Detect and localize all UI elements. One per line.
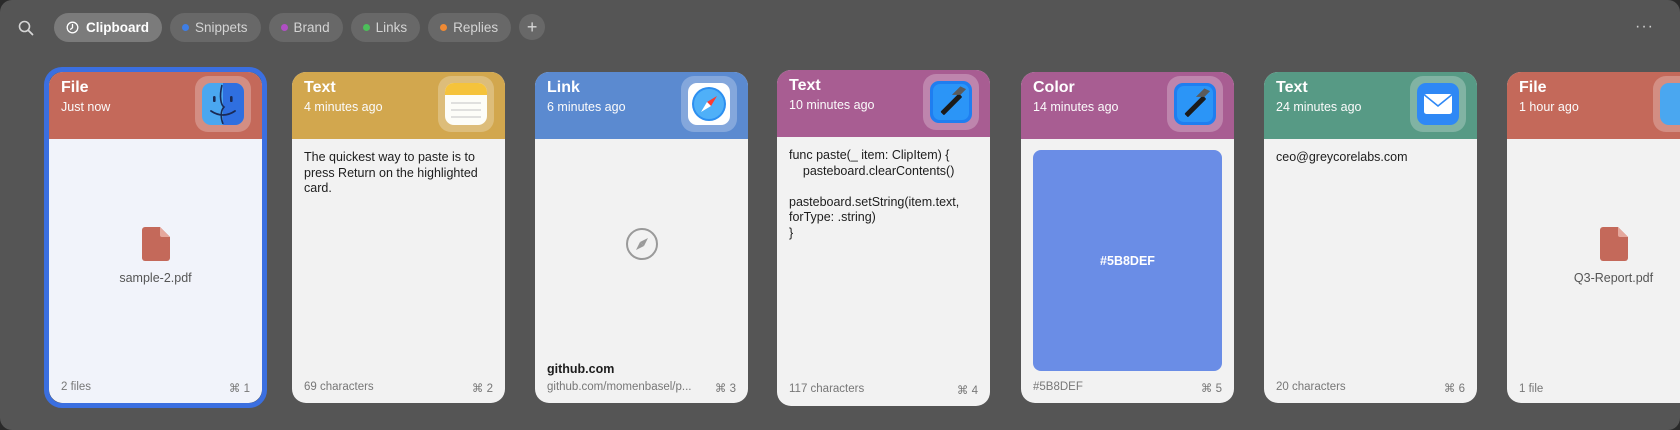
tab-brand[interactable]: Brand	[268, 13, 343, 42]
card-header: File Just now	[49, 72, 262, 139]
clip-card-link[interactable]: Link 6 minutes ago github.com github.com…	[535, 72, 748, 403]
card-type: File	[1519, 79, 1547, 96]
card-type: Text	[789, 77, 821, 94]
card-footer: 1 file	[1519, 383, 1680, 395]
file-name: Q3-Report.pdf	[1573, 271, 1654, 285]
links-dot-icon	[362, 24, 370, 31]
card-count: 2 files	[61, 381, 92, 393]
replies-dot-icon	[440, 24, 448, 31]
card-type: Text	[304, 79, 336, 96]
card-body: The quickest way to paste is to press Re…	[292, 139, 505, 403]
clip-code: func paste(_ item: ClipItem) { pasteboar…	[789, 148, 960, 240]
compass-icon	[625, 228, 658, 260]
document-icon	[141, 227, 170, 261]
character-count: 20 characters	[1276, 381, 1346, 393]
clip-text: ceo@greycorelabs.com	[1276, 150, 1408, 164]
card-shortcut: ⌘ 5	[1200, 383, 1222, 395]
tab-label: Brand	[293, 20, 330, 35]
card-time: Just now	[61, 100, 111, 114]
card-body: sample-2.pdf 2 files ⌘ 1	[49, 139, 262, 403]
tab-replies[interactable]: Replies	[428, 13, 512, 42]
card-shortcut: ⌘ 4	[956, 385, 978, 397]
card-header: Link 6 minutes ago	[535, 72, 748, 139]
card-body: ceo@greycorelabs.com 20 characters ⌘ 6	[1264, 139, 1477, 403]
tab-label: Replies	[453, 20, 499, 35]
color-swatch: #5B8DEF	[1033, 150, 1222, 371]
card-time: 10 minutes ago	[789, 98, 875, 112]
card-type: Color	[1033, 79, 1075, 96]
card-header: File 1 hour ago	[1507, 72, 1680, 139]
more-button[interactable]: ···	[1635, 18, 1654, 36]
plus-icon: +	[526, 16, 538, 37]
brand-dot-icon	[280, 24, 288, 31]
card-count: 1 file	[1519, 383, 1544, 395]
search-button[interactable]	[14, 16, 38, 40]
clip-text: The quickest way to paste is to press Re…	[304, 150, 478, 195]
character-count: 117 characters	[789, 383, 865, 395]
tab-links[interactable]: Links	[350, 13, 421, 42]
card-header: Text 24 minutes ago	[1264, 72, 1477, 139]
card-footer: 20 characters ⌘ 6	[1276, 381, 1465, 395]
tab-bar: Clipboard Snippets Brand Links Replies +	[54, 13, 546, 42]
snippets-dot-icon	[182, 24, 189, 31]
clip-card-code[interactable]: Text 10 minutes ago func paste(_ item: C…	[777, 70, 990, 406]
tab-label: Links	[375, 20, 408, 35]
card-shortcut: ⌘ 6	[1443, 383, 1465, 395]
clipboard-window: Clipboard Snippets Brand Links Replies +	[0, 0, 1680, 430]
card-footer: #5B8DEF ⌘ 5	[1033, 381, 1222, 395]
clip-card-text[interactable]: Text 4 minutes ago The quickest way to p…	[292, 72, 505, 403]
card-type: Text	[1276, 79, 1308, 96]
tab-snippets[interactable]: Snippets	[170, 13, 261, 42]
clip-card-file[interactable]: File Just now sample-2.pdf 2 files ⌘ 1	[49, 72, 262, 403]
card-time: 4 minutes ago	[304, 100, 383, 114]
card-header: Text 10 minutes ago	[777, 70, 990, 137]
xcode-icon	[1167, 76, 1223, 132]
card-footer: github.com/momenbasel/p... ⌘ 3	[547, 381, 736, 395]
clip-card-email[interactable]: Text 24 minutes ago ceo@greycorelabs.com…	[1264, 72, 1477, 403]
card-time: 14 minutes ago	[1033, 100, 1119, 114]
link-preview	[535, 227, 748, 261]
clock-icon	[66, 21, 79, 34]
mail-icon	[1410, 76, 1466, 132]
card-type: Link	[547, 79, 580, 96]
tab-label: Snippets	[195, 20, 248, 35]
clip-card-color[interactable]: Color 14 minutes ago #5B8DEF #5B8DEF ⌘ 5	[1021, 72, 1234, 403]
clip-card-file-2[interactable]: File 1 hour ago Q3-Report.pdf 1 file	[1507, 72, 1680, 403]
xcode-icon	[923, 74, 979, 130]
card-footer: 2 files ⌘ 1	[61, 381, 250, 395]
document-icon	[1599, 227, 1628, 261]
card-shortcut: ⌘ 3	[714, 383, 736, 395]
tab-clipboard[interactable]: Clipboard	[54, 13, 162, 42]
character-count: 69 characters	[304, 381, 374, 393]
card-body: github.com github.com/momenbasel/p... ⌘ …	[535, 139, 748, 403]
safari-icon	[681, 76, 737, 132]
card-footer: 117 characters ⌘ 4	[789, 383, 978, 397]
card-body: Q3-Report.pdf 1 file	[1507, 139, 1680, 403]
card-time: 24 minutes ago	[1276, 100, 1362, 114]
card-header: Color 14 minutes ago	[1021, 72, 1234, 139]
card-body: #5B8DEF #5B8DEF ⌘ 5	[1021, 139, 1234, 403]
card-shortcut: ⌘ 2	[471, 383, 493, 395]
finder-icon	[195, 76, 251, 132]
card-type: File	[61, 79, 89, 96]
card-time: 6 minutes ago	[547, 100, 626, 114]
link-url: github.com/momenbasel/p...	[547, 381, 692, 393]
link-title: github.com	[547, 362, 615, 376]
search-icon	[18, 20, 34, 36]
file-name: sample-2.pdf	[119, 271, 192, 285]
card-shortcut: ⌘ 1	[228, 383, 250, 395]
file-preview: Q3-Report.pdf	[1507, 227, 1680, 285]
card-header: Text 4 minutes ago	[292, 72, 505, 139]
card-body: func paste(_ item: ClipItem) { pasteboar…	[777, 137, 990, 406]
swatch-label: #5B8DEF	[1100, 253, 1155, 268]
card-footer: 69 characters ⌘ 2	[304, 381, 493, 395]
add-tab-button[interactable]: +	[519, 14, 546, 40]
color-hex: #5B8DEF	[1033, 381, 1083, 393]
notes-icon	[438, 76, 494, 132]
tab-label: Clipboard	[86, 20, 149, 35]
file-preview: sample-2.pdf	[49, 227, 262, 285]
card-time: 1 hour ago	[1519, 100, 1579, 114]
finder-icon	[1653, 76, 1680, 132]
toolbar: Clipboard Snippets Brand Links Replies +	[0, 12, 1680, 44]
